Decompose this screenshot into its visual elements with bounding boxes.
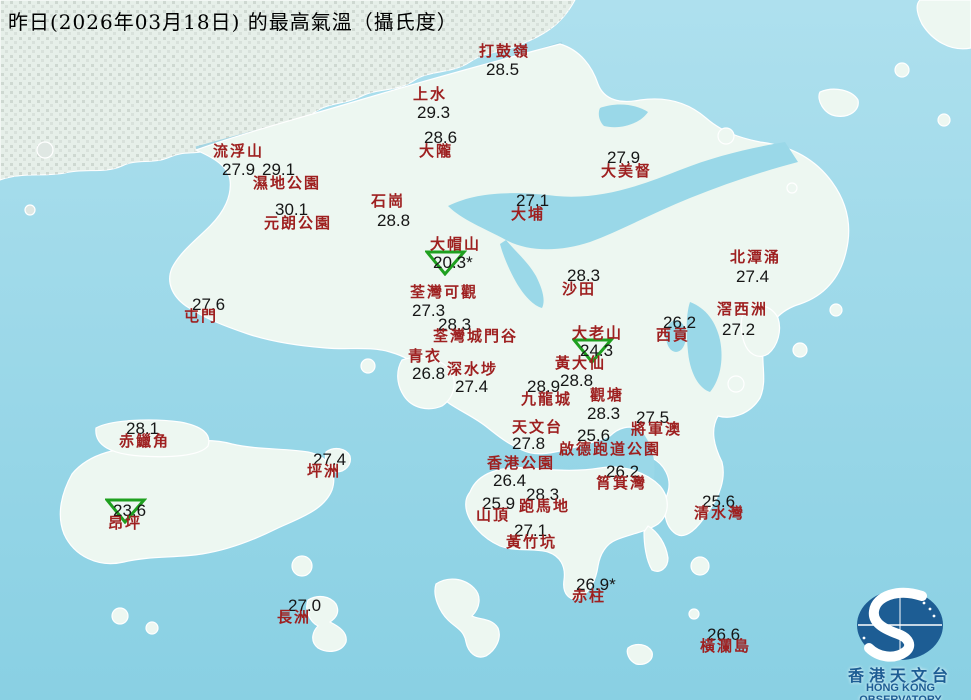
station-name: 長洲	[277, 610, 311, 625]
station-value: 20.3*	[433, 254, 473, 271]
station-name: 觀塘	[590, 388, 624, 403]
station-name: 大老山	[572, 326, 623, 341]
station-name: 九龍城	[521, 392, 572, 407]
station-name: 流浮山	[213, 144, 264, 159]
hko-max-temperature-map: 昨日(2026年03月18日) 的最高氣溫（攝氏度） 28.5打鼓嶺29.3上水…	[0, 0, 971, 700]
station-name: 赤柱	[572, 589, 606, 604]
station-value: 28.5	[486, 61, 519, 78]
station-value: 27.2	[722, 321, 755, 338]
station-name: 筲箕灣	[596, 476, 647, 491]
station-name: 黃竹坑	[506, 535, 557, 550]
station-name: 大埔	[511, 207, 545, 222]
station-name: 打鼓嶺	[479, 44, 530, 59]
station-value: 28.8	[377, 212, 410, 229]
station-name: 荃灣可觀	[410, 285, 478, 300]
station-name: 啟德跑道公園	[559, 442, 661, 457]
station-name: 深水埗	[447, 362, 498, 377]
station-name: 上水	[413, 87, 447, 102]
station-name: 大帽山	[430, 237, 481, 252]
station-name: 香港公園	[487, 456, 555, 471]
station-name: 清水灣	[694, 506, 745, 521]
station-name: 滘西洲	[717, 302, 768, 317]
station-name: 將軍澳	[631, 422, 682, 437]
station-name: 天文台	[512, 420, 563, 435]
station-name: 赤鱲角	[119, 434, 170, 449]
station-value: 26.4	[493, 472, 526, 489]
station-name: 黃大仙	[555, 356, 606, 371]
station-name: 青衣	[408, 349, 442, 364]
station-value: 27.9	[222, 161, 255, 178]
station-name: 荃灣城門谷	[433, 329, 518, 344]
hko-logo-english-text: HONG KONG OBSERVATORY	[826, 682, 971, 700]
station-name: 北潭涌	[730, 250, 781, 265]
station-name: 山頂	[476, 508, 510, 523]
station-value: 29.3	[417, 104, 450, 121]
station-value: 28.3	[587, 405, 620, 422]
station-name: 大美督	[601, 164, 652, 179]
station-name: 大隴	[419, 144, 453, 159]
station-value: 28.8	[560, 372, 593, 389]
station-name: 屯門	[184, 309, 218, 324]
station-name: 坪洲	[307, 464, 341, 479]
station-value: 26.8	[412, 365, 445, 382]
station-name: 濕地公園	[253, 176, 321, 191]
station-value: 27.8	[512, 435, 545, 452]
station-labels-layer: 28.5打鼓嶺29.3上水28.6大隴27.9流浮山29.1濕地公園30.1元朗…	[0, 0, 971, 700]
station-name: 跑馬地	[519, 499, 570, 514]
station-name: 元朗公園	[264, 216, 332, 231]
station-name: 西貢	[656, 328, 690, 343]
station-name: 昂坪	[108, 516, 142, 531]
station-name: 橫瀾島	[700, 639, 751, 654]
station-value: 27.4	[455, 378, 488, 395]
station-name: 沙田	[562, 282, 596, 297]
station-name: 石崗	[371, 194, 405, 209]
station-value: 27.4	[736, 268, 769, 285]
